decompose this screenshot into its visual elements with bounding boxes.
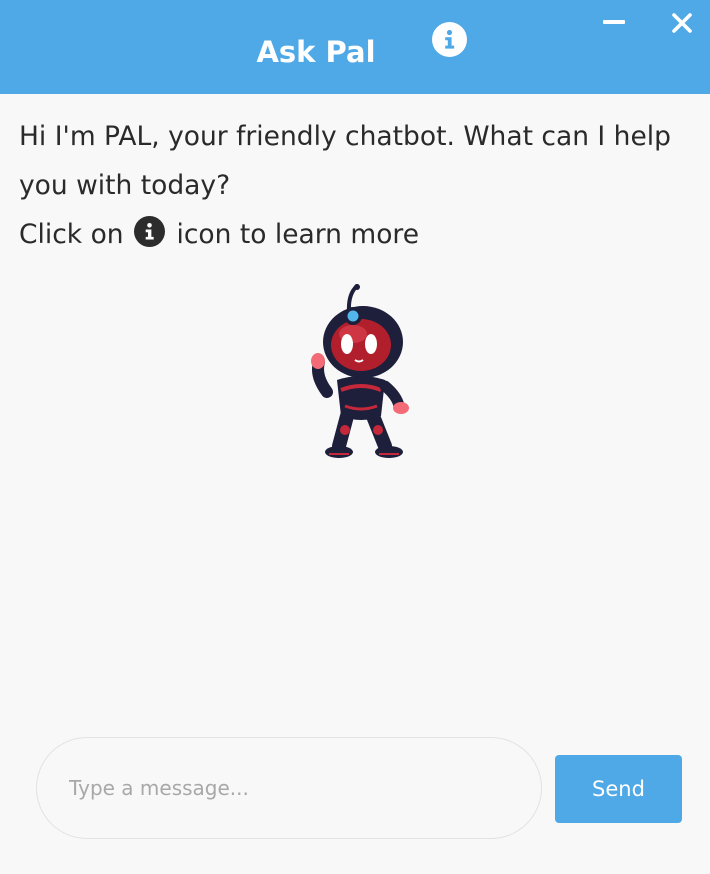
info-icon (134, 216, 166, 247)
chat-header: Ask Pal (0, 0, 710, 94)
welcome-line-2: Click on icon to learn more (19, 210, 679, 259)
message-input-container (36, 737, 542, 839)
info-icon (445, 29, 455, 49)
welcome-line-1: Hi I'm PAL, your friendly chatbot. What … (19, 121, 671, 201)
send-button[interactable]: Send (555, 755, 682, 823)
chat-messages: Hi I'm PAL, your friendly chatbot. What … (0, 94, 710, 734)
message-input[interactable] (69, 768, 509, 808)
minimize-button[interactable] (598, 8, 630, 38)
welcome-message: Hi I'm PAL, your friendly chatbot. What … (19, 112, 679, 259)
minimize-icon (603, 20, 625, 24)
robot-mascot (305, 284, 415, 464)
welcome-line-2-suffix: icon to learn more (176, 219, 420, 250)
chat-title: Ask Pal (256, 35, 376, 69)
info-button[interactable] (432, 22, 467, 57)
welcome-line-2-prefix: Click on (19, 219, 124, 250)
close-button[interactable] (666, 8, 698, 40)
close-icon (672, 13, 692, 33)
